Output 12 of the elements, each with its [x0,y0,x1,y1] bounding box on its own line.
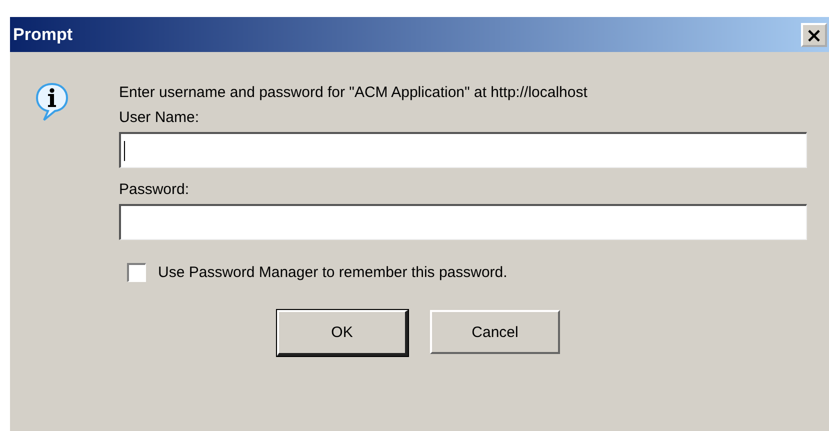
input-field[interactable] [119,204,807,240]
checkbox[interactable] [127,263,146,282]
prompt-message: Enter username and password for "ACM Application" at http://localhost [119,84,588,101]
window-title: Prompt [13,24,72,44]
checkbox-label: Use Password Manager to remember this password. [158,264,508,281]
info-icon [35,82,69,122]
dialog-button[interactable]: OK [277,310,408,356]
close-button[interactable]: × [801,22,827,46]
dialog-button[interactable]: Cancel [430,310,560,354]
field-label: User Name: [119,109,200,126]
input-field[interactable] [119,132,807,168]
field-label: Password: [119,181,190,198]
